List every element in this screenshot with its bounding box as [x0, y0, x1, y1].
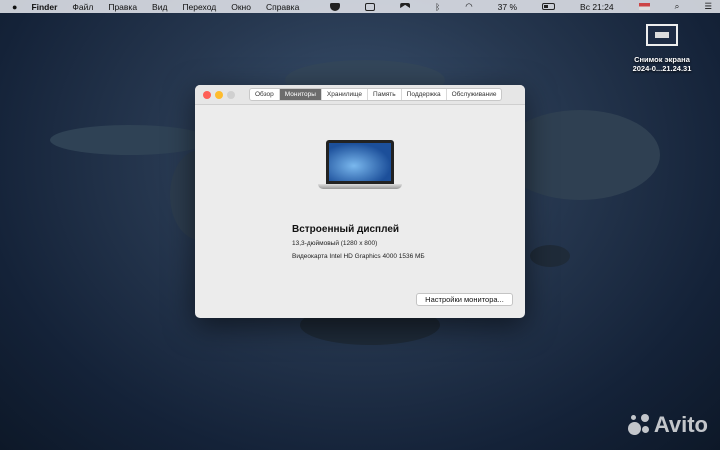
tab-memory[interactable]: Память: [368, 89, 402, 100]
notification-center-icon[interactable]: ☰: [704, 1, 712, 12]
avito-watermark: Avito: [627, 412, 708, 438]
island: [530, 245, 570, 267]
file-name-line1: Снимок экрана: [634, 55, 690, 64]
display-title: Встроенный дисплей: [292, 224, 400, 235]
zoom-button[interactable]: [227, 90, 235, 99]
shield-icon[interactable]: [330, 2, 341, 11]
menu-view[interactable]: Вид: [152, 2, 167, 12]
about-this-mac-window: Обзор Мониторы Хранилище Память Поддержк…: [195, 85, 525, 318]
close-button[interactable]: [203, 90, 211, 99]
screenshot-thumbnail: [646, 24, 678, 46]
menu-app-finder[interactable]: Finder: [31, 2, 57, 12]
tab-service[interactable]: Обслуживание: [447, 89, 502, 100]
avito-text: Avito: [653, 412, 708, 437]
display-settings-button[interactable]: Настройки монитора...: [416, 293, 513, 306]
graphics-info: Видеокарта Intel HD Graphics 4000 1536 М…: [292, 253, 425, 260]
tab-support[interactable]: Поддержка: [402, 89, 447, 100]
clock[interactable]: Вс 21:24: [580, 2, 614, 12]
menu-window[interactable]: Окно: [231, 2, 251, 12]
tab-storage[interactable]: Хранилище: [322, 89, 369, 100]
tab-displays[interactable]: Мониторы: [279, 89, 322, 100]
menu-edit[interactable]: Правка: [108, 2, 137, 12]
display-icon[interactable]: [365, 2, 376, 11]
input-source-flag-icon[interactable]: [638, 3, 650, 10]
display-size: 13,3-дюймовый (1280 x 800): [292, 240, 378, 247]
battery-icon[interactable]: [542, 3, 556, 10]
wifi-icon[interactable]: ◠: [465, 1, 472, 12]
title-bar: Обзор Мониторы Хранилище Память Поддержк…: [195, 85, 525, 105]
spotlight-search-icon[interactable]: ⌕: [675, 1, 680, 12]
avito-logo-icon: [627, 414, 650, 436]
tab-bar: Обзор Мониторы Хранилище Память Поддержк…: [249, 88, 503, 101]
menu-bar: ● Finder Файл Правка Вид Переход Окно Сп…: [0, 0, 720, 13]
bluetooth-icon[interactable]: ᛒ: [435, 2, 440, 12]
menu-go[interactable]: Переход: [182, 2, 216, 12]
menu-file[interactable]: Файл: [72, 2, 93, 12]
desktop-screenshot-file[interactable]: Снимок экрана 2024-0...21.24.31: [624, 24, 700, 73]
apple-menu-icon[interactable]: ●: [12, 2, 17, 12]
airplay-icon[interactable]: [400, 2, 411, 9]
laptop-icon: [318, 140, 402, 189]
tab-overview[interactable]: Обзор: [250, 89, 280, 100]
minimize-button[interactable]: [215, 90, 223, 99]
file-name-line2: 2024-0...21.24.31: [632, 64, 692, 73]
battery-percent: 37 %: [497, 1, 518, 12]
menu-help[interactable]: Справка: [266, 2, 299, 12]
island: [50, 125, 210, 155]
